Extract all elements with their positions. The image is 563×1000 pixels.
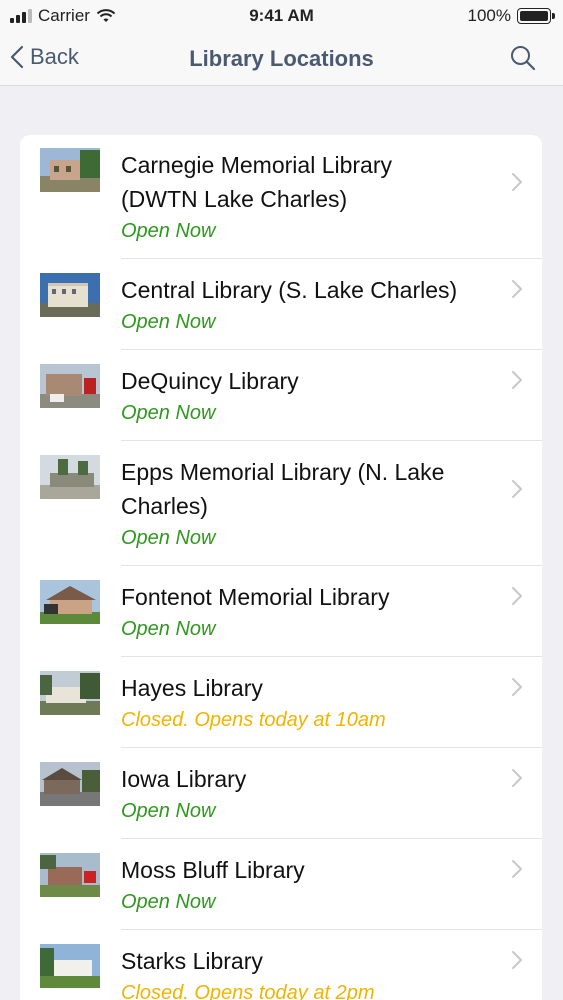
- location-row[interactable]: Fontenot Memorial Library Open Now: [20, 566, 542, 657]
- location-photo: [40, 580, 100, 624]
- location-row[interactable]: Starks Library Closed. Opens today at 2p…: [20, 930, 542, 1000]
- location-name-cont: (DWTN Lake Charles): [121, 186, 348, 212]
- location-name-cont: Charles): [121, 493, 208, 519]
- location-list: Carnegie Memorial Library (DWTN Lake Cha…: [20, 135, 542, 1000]
- location-photo: [40, 455, 100, 499]
- chevron-right-icon: [512, 951, 522, 969]
- status-bar: Carrier 9:41 AM 100%: [0, 0, 563, 34]
- location-photo: [40, 944, 100, 988]
- location-name: Fontenot Memorial Library: [121, 584, 390, 610]
- location-status: Open Now: [121, 311, 216, 333]
- location-status: Open Now: [121, 800, 216, 822]
- location-row[interactable]: Central Library (S. Lake Charles) Open N…: [20, 259, 542, 350]
- location-status: Open Now: [121, 402, 216, 424]
- chevron-right-icon: [512, 480, 522, 498]
- chevron-right-icon: [512, 678, 522, 696]
- location-row[interactable]: Carnegie Memorial Library (DWTN Lake Cha…: [20, 135, 542, 259]
- location-status: Open Now: [121, 891, 216, 913]
- search-icon[interactable]: [509, 44, 537, 72]
- location-status: Open Now: [121, 220, 216, 242]
- page-title: Library Locations: [189, 46, 374, 71]
- chevron-right-icon: [512, 769, 522, 787]
- location-row[interactable]: Epps Memorial Library (N. Lake Charles) …: [20, 441, 542, 566]
- location-name: Carnegie Memorial Library: [121, 152, 392, 178]
- location-photo: [40, 273, 100, 317]
- location-status: Closed. Opens today at 10am: [121, 709, 386, 731]
- battery-info: 100%: [467, 6, 555, 26]
- chevron-right-icon: [512, 371, 522, 389]
- location-status: Open Now: [121, 618, 216, 640]
- location-photo: [40, 364, 100, 408]
- location-name: DeQuincy Library: [121, 368, 299, 394]
- location-name: Moss Bluff Library: [121, 857, 305, 883]
- location-row[interactable]: Iowa Library Open Now: [20, 748, 542, 839]
- chevron-right-icon: [512, 280, 522, 298]
- location-status: Closed. Opens today at 2pm: [121, 982, 375, 1000]
- location-name: Starks Library: [121, 948, 263, 974]
- chevron-right-icon: [512, 860, 522, 878]
- location-name: Hayes Library: [121, 675, 263, 701]
- location-photo: [40, 148, 100, 192]
- location-photo: [40, 762, 100, 806]
- chevron-right-icon: [512, 587, 522, 605]
- location-name: Central Library (S. Lake Charles): [121, 277, 458, 303]
- battery-icon: [517, 8, 555, 24]
- location-row[interactable]: Hayes Library Closed. Opens today at 10a…: [20, 657, 542, 748]
- location-status: Open Now: [121, 527, 216, 549]
- navigation-bar: Back Library Locations: [0, 34, 563, 86]
- location-photo: [40, 853, 100, 897]
- location-row[interactable]: DeQuincy Library Open Now: [20, 350, 542, 441]
- location-photo: [40, 671, 100, 715]
- battery-percent: 100%: [467, 6, 511, 25]
- location-name: Iowa Library: [121, 766, 247, 792]
- location-row[interactable]: Moss Bluff Library Open Now: [20, 839, 542, 930]
- chevron-right-icon: [512, 173, 522, 191]
- location-name: Epps Memorial Library (N. Lake: [121, 459, 445, 485]
